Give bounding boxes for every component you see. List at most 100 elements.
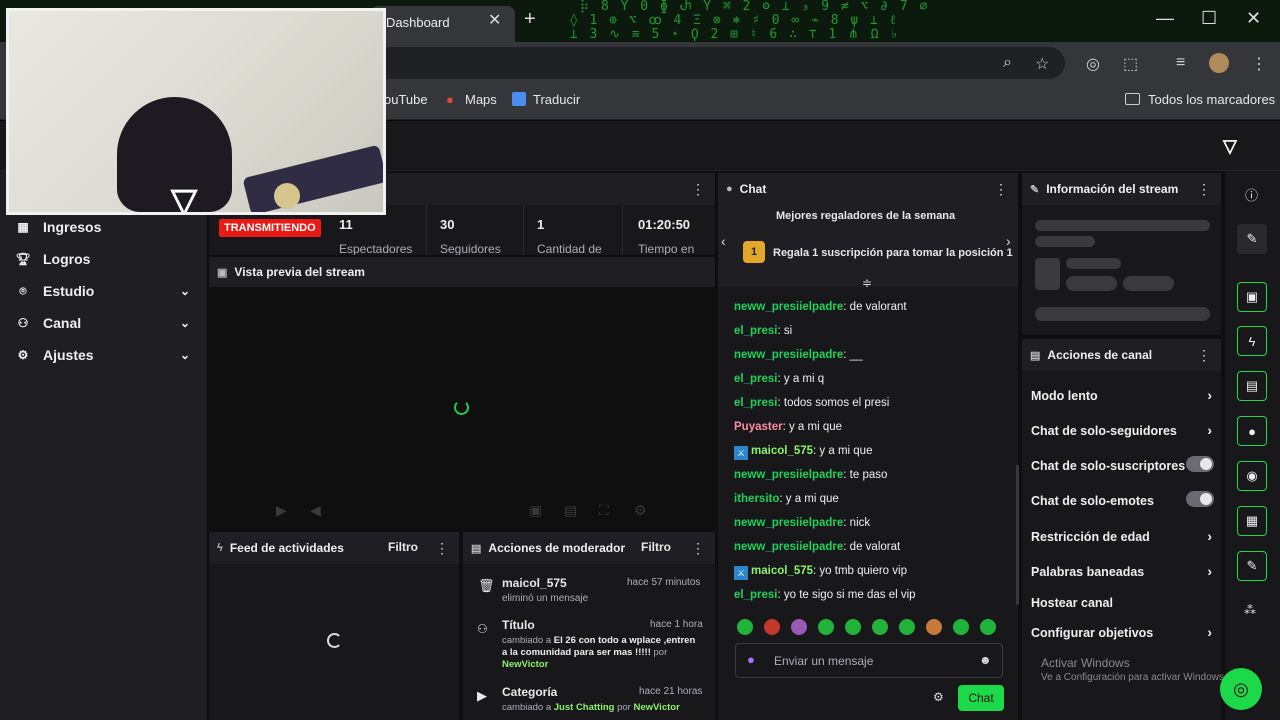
mute-icon[interactable]: ◀ — [310, 502, 321, 519]
channel-action-item[interactable]: Modo lento › — [1031, 387, 1216, 403]
chat-username[interactable]: neww_presiielpadre — [734, 469, 843, 481]
gear-icon[interactable]: ⚙ — [634, 502, 647, 519]
channel-action-item[interactable]: Palabras baneadas › — [1031, 563, 1216, 579]
media-icon[interactable]: ≡ — [1176, 54, 1185, 72]
chat-username[interactable]: neww_presiielpadre — [734, 301, 843, 313]
chat-message-input[interactable]: Enviar un mensaje — [735, 643, 1003, 678]
emote-icon[interactable] — [926, 619, 942, 635]
star-icon[interactable]: ☆ — [1035, 54, 1049, 74]
skeleton-thumb — [1035, 258, 1060, 290]
chat-username[interactable]: el_presi — [734, 589, 777, 601]
pip-icon[interactable]: ▣ — [529, 502, 542, 519]
collapse-icon[interactable]: ≑ — [862, 276, 872, 290]
address-bar[interactable] — [330, 47, 1065, 79]
channel-action-item[interactable]: Chat de solo-seguidores › — [1031, 422, 1216, 438]
clip-icon[interactable]: ▤ — [564, 502, 577, 519]
chevron-left-icon[interactable]: ‹ — [721, 233, 726, 249]
bookmark-traducir[interactable]: Traducir — [533, 92, 580, 107]
logo-icon[interactable]: ▽ — [1223, 136, 1237, 157]
mod-toggle-icon[interactable]: ▦ — [1237, 506, 1267, 536]
chat-username[interactable]: el_presi — [734, 397, 777, 409]
add-widget-icon[interactable]: ⁂ — [1244, 603, 1256, 617]
chat-username[interactable]: neww_presiielpadre — [734, 517, 843, 529]
chat-username[interactable]: el_presi — [734, 373, 777, 385]
chat-toggle-icon[interactable]: ● — [1237, 416, 1267, 446]
stats-menu-icon[interactable]: ⋮ — [691, 181, 705, 198]
stream-info-menu-icon[interactable]: ⋮ — [1197, 181, 1211, 198]
channel-action-label: Hostear canal — [1031, 596, 1113, 610]
info-icon[interactable]: ⓘ — [1245, 185, 1258, 204]
channel-action-item[interactable]: Chat de solo-emotes — [1031, 491, 1216, 508]
emote-icon[interactable] — [872, 619, 888, 635]
sidebar-item-ingresos[interactable]: ▦ Ingresos — [14, 215, 204, 239]
edit-icon[interactable]: ✎ — [1237, 224, 1267, 254]
close-tab-icon[interactable]: ✕ — [488, 10, 501, 30]
feed-filter-button[interactable]: Filtro — [388, 540, 418, 554]
revenue-icon: ▦ — [17, 220, 29, 234]
play-icon[interactable]: ▶ — [276, 502, 287, 519]
emote-icon[interactable] — [818, 619, 834, 635]
bookmark-maps[interactable]: Maps — [465, 92, 497, 107]
chat-scrollbar[interactable] — [1016, 465, 1019, 605]
chat-header: ● Chat — [718, 173, 1018, 205]
feed-menu-icon[interactable]: ⋮ — [435, 540, 449, 557]
toggle-switch[interactable] — [1186, 456, 1214, 472]
menu-kebab-icon[interactable]: ⋮ — [1251, 54, 1267, 74]
zoom-icon[interactable]: ⌕ — [1003, 54, 1012, 72]
bookmark-youtube[interactable]: ouTube — [384, 92, 428, 107]
mod-filter-button[interactable]: Filtro — [641, 540, 671, 554]
chat-username[interactable]: neww_presiielpadre — [734, 541, 843, 553]
chat-username[interactable]: el_presi — [734, 325, 777, 337]
extensions-icon[interactable]: ⬚ — [1123, 54, 1138, 74]
sidebar-item-logros[interactable]: 🏆︎ Logros — [14, 247, 204, 271]
chevron-down-icon: ⌄ — [179, 348, 190, 362]
channel-action-item[interactable]: Configurar objetivos › — [1031, 624, 1216, 640]
channel-action-item[interactable]: Chat de solo-suscriptores — [1031, 456, 1216, 473]
sidebar-item-canal[interactable]: ⚇ Canal ⌄ — [14, 311, 204, 335]
emote-icon[interactable] — [980, 619, 996, 635]
emote-icon[interactable] — [953, 619, 969, 635]
lightning-toggle-icon[interactable]: ϟ — [1237, 326, 1267, 356]
help-button[interactable]: ◎ — [1220, 668, 1262, 710]
close-window-icon[interactable]: ✕ — [1246, 8, 1261, 29]
microphone-icon[interactable]: ● — [747, 652, 755, 667]
skeleton-line — [1066, 258, 1121, 269]
chat-send-button[interactable]: Chat — [958, 685, 1004, 711]
chat-username[interactable]: maicol_575 — [751, 445, 813, 457]
channel-action-item[interactable]: Restricción de edad › — [1031, 528, 1216, 544]
minimize-icon[interactable]: — — [1156, 8, 1174, 29]
emote-icon[interactable] — [764, 619, 780, 635]
emote-icon[interactable] — [737, 619, 753, 635]
sidebar-item-estudio[interactable]: ⌾ Estudio ⌄ — [14, 279, 204, 303]
channel-action-label: Chat de solo-emotes — [1031, 494, 1154, 508]
all-bookmarks[interactable]: Todos los marcadores — [1148, 92, 1275, 107]
emote-icon[interactable] — [791, 619, 807, 635]
chat-username[interactable]: Puyaster — [734, 421, 783, 433]
document-toggle-icon[interactable]: ▤ — [1237, 371, 1267, 401]
loading-spinner — [454, 400, 469, 415]
incognito-icon[interactable]: ◎ — [1086, 54, 1100, 74]
toggle-switch[interactable] — [1186, 491, 1214, 507]
chat-text: : de valorat — [843, 541, 901, 553]
emote-icon[interactable] — [845, 619, 861, 635]
chat-menu-icon[interactable]: ⋮ — [994, 181, 1008, 198]
emote-picker-icon[interactable]: ☻ — [979, 653, 992, 667]
new-tab-icon[interactable]: + — [524, 8, 536, 31]
wrench-toggle-icon[interactable]: ✎ — [1237, 551, 1267, 581]
chat-username[interactable]: maicol_575 — [751, 565, 813, 577]
stat-followers: 30 Seguidores — [428, 205, 524, 255]
chat-settings-icon[interactable]: ⚙ — [933, 690, 944, 704]
fullscreen-icon[interactable]: ⛶ — [599, 502, 609, 519]
broadcast-toggle-icon[interactable]: ◉ — [1237, 461, 1267, 491]
sidebar-item-ajustes[interactable]: ⚙ Ajustes ⌄ — [14, 343, 204, 367]
emote-icon[interactable] — [899, 619, 915, 635]
chat-username[interactable]: neww_presiielpadre — [734, 349, 843, 361]
mod-menu-icon[interactable]: ⋮ — [691, 540, 705, 557]
preview-toggle-icon[interactable]: ▣ — [1237, 282, 1267, 312]
channel-actions-menu-icon[interactable]: ⋮ — [1197, 347, 1211, 364]
maximize-icon[interactable]: ☐ — [1201, 8, 1217, 29]
channel-action-item[interactable]: Hostear canal — [1031, 596, 1216, 610]
profile-avatar[interactable] — [1209, 53, 1229, 73]
chat-text: : te paso — [843, 469, 888, 481]
chat-username[interactable]: ithersito — [734, 493, 779, 505]
